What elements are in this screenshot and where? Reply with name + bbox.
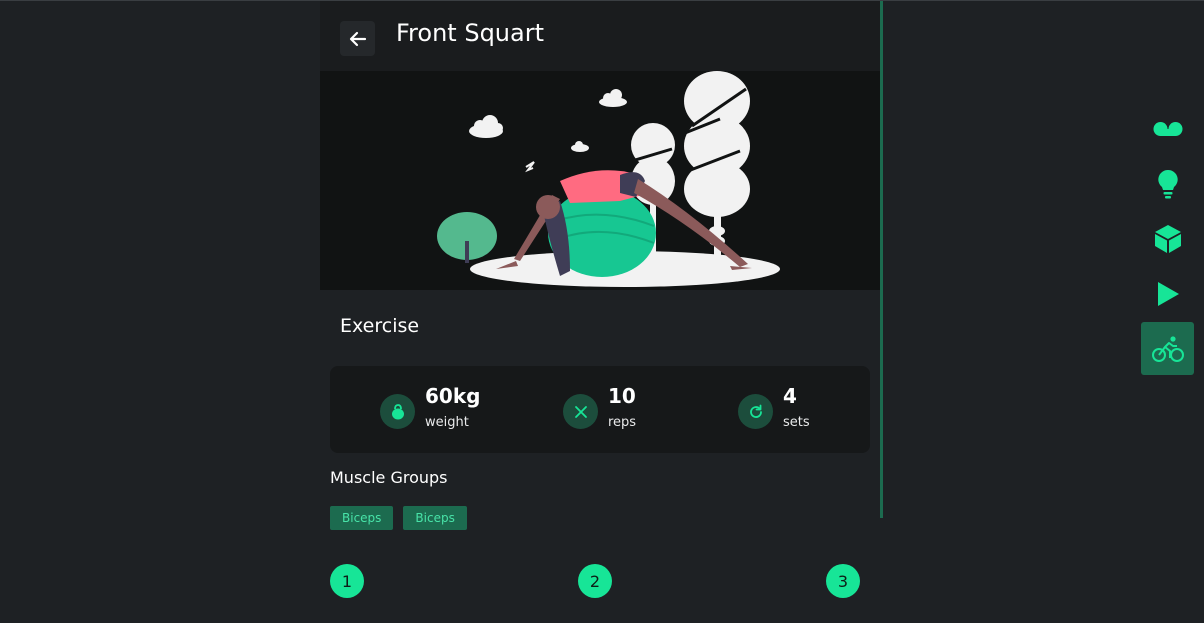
stat-value: 60kg — [425, 384, 481, 408]
step-1[interactable]: 1 — [330, 564, 364, 598]
kettlebell-icon — [380, 394, 415, 429]
panel-header: Front Squart — [320, 1, 880, 71]
cyclist-icon — [1151, 335, 1184, 362]
step-3[interactable]: 3 — [826, 564, 860, 598]
stat-value: 10 — [608, 384, 636, 408]
step-indicator: 1 2 3 — [330, 564, 860, 598]
lightbulb-icon — [1157, 169, 1178, 198]
stat-unit: reps — [608, 415, 637, 430]
sidebar-item-cycling[interactable] — [1141, 322, 1194, 375]
close-x-icon — [563, 394, 598, 429]
sidebar-item-play[interactable] — [1141, 267, 1194, 320]
sidebar-item-ideas[interactable] — [1141, 157, 1194, 210]
exercise-illustration — [320, 71, 880, 290]
sidebar-item-voicemail[interactable] — [1141, 102, 1194, 155]
sidebar-item-cube[interactable] — [1141, 212, 1194, 265]
muscle-tag[interactable]: Biceps — [330, 506, 394, 530]
muscle-tag[interactable]: Biceps — [403, 506, 467, 530]
arrow-left-icon — [349, 31, 366, 46]
play-icon — [1157, 281, 1179, 306]
stats-card: 60kg weight 10 reps 4 sets — [330, 366, 870, 453]
exercise-section-title: Exercise — [340, 315, 420, 337]
cube-icon — [1154, 224, 1181, 253]
muscle-groups-title: Muscle Groups — [330, 468, 448, 487]
page-title: Front Squart — [396, 19, 544, 47]
muscle-tag-list: Biceps Biceps — [330, 506, 467, 530]
exercise-panel: Front Squart Exercise 60kg weight 10 rep… — [320, 1, 880, 530]
step-2[interactable]: 2 — [578, 564, 612, 598]
stat-unit: sets — [783, 415, 810, 430]
refresh-icon — [738, 394, 773, 429]
voicemail-icon — [1153, 121, 1182, 136]
stat-value: 4 — [783, 384, 797, 408]
back-button[interactable] — [340, 21, 375, 56]
stat-unit: weight — [425, 415, 469, 430]
panel-scrollbar[interactable] — [880, 1, 883, 518]
